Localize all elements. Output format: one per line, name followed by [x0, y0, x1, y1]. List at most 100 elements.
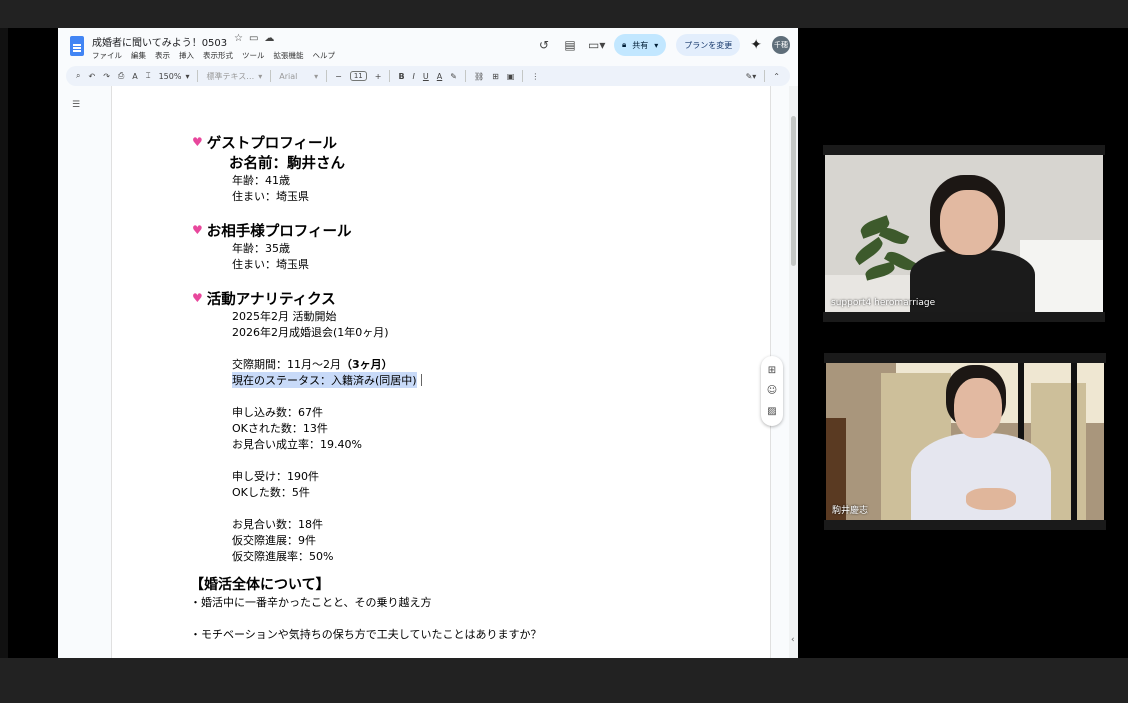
- menu-tools[interactable]: ツール: [242, 50, 265, 61]
- divider: [464, 70, 466, 82]
- image-icon[interactable]: ▣: [507, 72, 515, 81]
- partner-age: 年齢：35歳: [232, 242, 290, 255]
- insert-comment-icon[interactable]: ⊞: [492, 72, 499, 81]
- font-size-decrease-button[interactable]: −: [335, 72, 342, 81]
- highlight-icon[interactable]: ✎: [450, 72, 457, 81]
- collapse-icon[interactable]: ⌃: [773, 72, 780, 81]
- font-size-increase-button[interactable]: +: [375, 72, 382, 81]
- chevron-down-icon[interactable]: ▾: [654, 41, 658, 50]
- video-frame-bottom: [824, 520, 1106, 530]
- menu-help[interactable]: ヘルプ: [313, 50, 336, 61]
- sparkle-icon[interactable]: ✦: [750, 37, 762, 53]
- style-value: 標準テキス…: [206, 71, 255, 81]
- provisional-rate: 仮交際進展率：50%: [232, 550, 334, 563]
- bold-icon[interactable]: B: [398, 72, 404, 81]
- menu-extensions[interactable]: 拡張機能: [274, 50, 304, 61]
- star-icon[interactable]: ☆: [234, 33, 249, 44]
- scrollbar-thumb[interactable]: [791, 116, 796, 266]
- partner-residence: 住まい：埼玉県: [232, 258, 309, 271]
- italic-icon[interactable]: I: [413, 72, 415, 81]
- video-tile-2[interactable]: 駒井慶志: [826, 363, 1104, 520]
- lock-icon: 🔒︎: [621, 40, 627, 49]
- guest-name: お名前：駒井さん: [229, 156, 345, 172]
- share-button[interactable]: 🔒︎ 共有 ▾: [613, 34, 667, 56]
- suggest-icon[interactable]: ▨: [767, 406, 776, 417]
- chevron-left-icon[interactable]: ‹: [791, 635, 795, 645]
- font-select[interactable]: Arial ▾: [279, 72, 318, 81]
- person-face: [954, 378, 1002, 438]
- document-page[interactable]: ♥ ゲストプロフィール お名前：駒井さん 年齢：41歳 住まい：埼玉県 ♥ お相手様…: [111, 86, 771, 658]
- scrollbar[interactable]: [789, 86, 798, 658]
- spellcheck-icon[interactable]: A: [132, 72, 137, 81]
- undo-icon[interactable]: ↶: [88, 72, 95, 81]
- left-strip: [0, 28, 8, 658]
- participant-name: support4 heromarriage: [831, 298, 936, 308]
- avatar[interactable]: 千穂: [772, 36, 790, 54]
- menu-edit[interactable]: 編集: [131, 50, 146, 61]
- style-select[interactable]: 標準テキス… ▾: [206, 71, 262, 82]
- search-icon[interactable]: ⌕: [76, 71, 80, 81]
- partner-heading: ♥ お相手様プロフィール: [192, 220, 541, 240]
- plan-button[interactable]: プランを変更: [676, 34, 741, 56]
- video-frame-bottom: [823, 312, 1105, 322]
- side-tools: ⊞ ☺ ▨: [761, 356, 783, 426]
- video-tile-1[interactable]: support4 heromarriage: [825, 155, 1103, 312]
- guest-residence: 住まい：埼玉県: [232, 190, 309, 203]
- comment-icon[interactable]: ▤: [562, 38, 578, 52]
- document-title[interactable]: 成婚者に聞いてみよう！0503: [92, 34, 227, 49]
- zoom-select[interactable]: 150% ▾: [159, 72, 190, 81]
- equipment: [1071, 363, 1077, 520]
- menu-file[interactable]: ファイル: [92, 50, 122, 61]
- emoji-icon[interactable]: ☺: [767, 385, 777, 396]
- add-comment-icon[interactable]: ⊞: [768, 365, 776, 376]
- status-text: 現在のステータス：入籍済み(同居中): [232, 372, 417, 388]
- menu-bar: ファイル 編集 表示 挿入 表示形式 ツール 拡張機能 ヘルプ: [92, 50, 335, 61]
- video-frame-top: [824, 353, 1106, 363]
- menu-view[interactable]: 表示: [155, 50, 170, 61]
- outline-icon[interactable]: ☰: [72, 100, 80, 110]
- more-icon[interactable]: ⋮: [531, 72, 539, 81]
- right-controls: ↺ ▤ ▭▾ 🔒︎ 共有 ▾ プランを変更 ✦ 千穂: [536, 34, 790, 56]
- video-icon[interactable]: ▭▾: [588, 38, 605, 52]
- divider: [197, 70, 199, 82]
- meeting-rate: お見合い成立率：19.40%: [232, 438, 362, 451]
- redo-icon[interactable]: ↷: [103, 72, 110, 81]
- history-icon[interactable]: ↺: [536, 38, 552, 52]
- font-size-input[interactable]: 11: [349, 71, 367, 81]
- plant: [878, 224, 910, 248]
- withdrawal: 2026年2月成婚退会(1年0ヶ月): [232, 326, 389, 339]
- plant: [852, 236, 886, 266]
- print-icon[interactable]: ⎙: [118, 71, 124, 81]
- pen-icon[interactable]: ✎▾: [746, 72, 757, 81]
- status-line: 現在のステータス：入籍済み(同居中): [232, 372, 541, 388]
- cloud-icon[interactable]: ☁: [264, 33, 280, 44]
- applications: 申し込み数：67件: [232, 406, 323, 419]
- docs-logo-icon[interactable]: [70, 36, 84, 56]
- docs-window: 成婚者に聞いてみよう！0503 ☆▭☁ ファイル 編集 表示 挿入 表示形式 ツ…: [58, 28, 798, 658]
- participant-name: 駒井慶志: [832, 506, 869, 516]
- paint-format-icon[interactable]: ⌶: [146, 71, 151, 81]
- guest-heading: ♥ ゲストプロフィール: [192, 132, 541, 152]
- zoom-value: 150%: [158, 71, 182, 81]
- top-band: [0, 0, 1128, 28]
- person-face: [940, 190, 998, 255]
- text-color-icon[interactable]: A: [437, 72, 442, 81]
- font-value: Arial: [279, 71, 298, 81]
- folder-icon[interactable]: ▭: [249, 33, 264, 44]
- meetings: お見合い数：18件: [232, 518, 323, 531]
- format-toolbar: ⌕ ↶ ↷ ⎙ A ⌶ 150% ▾ 標準テキス… ▾ Arial ▾ − 11 +…: [66, 66, 790, 86]
- guest-age: 年齢：41歳: [232, 174, 290, 187]
- link-icon[interactable]: ⛓: [474, 72, 484, 81]
- menu-format[interactable]: 表示形式: [203, 50, 233, 61]
- analytics-heading: ♥ 活動アナリティクス: [192, 288, 541, 308]
- underline-icon[interactable]: U: [423, 72, 429, 81]
- activity-start: 2025年2月 活動開始: [232, 310, 337, 323]
- menu-insert[interactable]: 挿入: [179, 50, 194, 61]
- document-content: ♥ ゲストプロフィール お名前：駒井さん 年齢：41歳 住まい：埼玉県 ♥ お相手様…: [190, 132, 541, 642]
